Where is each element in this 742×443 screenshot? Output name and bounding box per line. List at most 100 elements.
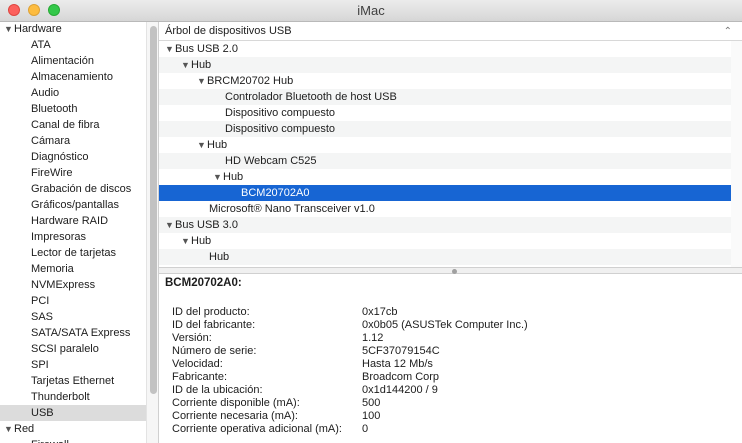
sidebar-item[interactable]: SCSI paralelo [0,341,146,357]
property-value: 5CF37079154C [362,345,440,357]
property-label: Fabricante: [172,371,228,383]
sidebar-scrollbar[interactable] [146,22,159,443]
property-value: Broadcom Corp [362,371,440,383]
sidebar-item[interactable]: Tarjetas Ethernet [0,373,146,389]
property-label: ID del fabricante: [172,319,256,331]
tree-row-label: Bus USB 3.0 [175,219,238,231]
tree-row-label: Controlador Bluetooth de host USB [225,91,397,103]
sidebar-group-hardware[interactable]: ▼Hardware [0,22,146,37]
tree-row[interactable]: HD Webcam C525 [159,153,731,169]
property-label: Corriente disponible (mA): [172,397,300,409]
tree-row[interactable]: ▼Hub [159,169,731,185]
tree-row-label: Hub [209,251,230,263]
main-panel: Árbol de dispositivos USB ⌃ ▼Bus USB 2.0… [159,22,742,443]
sidebar-item[interactable]: SATA/SATA Express [0,325,146,341]
property-value: 1.12 [362,332,384,344]
tree-row-label: HD Webcam C525 [225,155,317,167]
sidebar-item[interactable]: Memoria [0,261,146,277]
disclosure-triangle-icon[interactable]: ▼ [4,22,14,37]
sort-ascending-icon[interactable]: ⌃ [724,22,732,41]
tree-row[interactable]: Microsoft® Nano Transceiver v1.0 [159,201,731,217]
property-value: 0x1d144200 / 9 [362,384,438,396]
sidebar: ▼Hardware ATA Alimentación Almacenamiento Au… [0,22,146,443]
sidebar-item[interactable]: SAS [0,309,146,325]
sidebar-item[interactable]: Cámara [0,133,146,149]
tree-row[interactable]: BCM20702A0 [159,185,731,201]
sidebar-item[interactable]: Thunderbolt [0,389,146,405]
sidebar-item[interactable]: Impresoras [0,229,146,245]
property-label: ID de la ubicación: [172,384,263,396]
sidebar-item[interactable]: NVMExpress [0,277,146,293]
sidebar-group-red[interactable]: ▼Red [0,421,146,437]
tree-row-label: Hub [191,235,212,247]
sidebar-item[interactable]: Bluetooth [0,101,146,117]
device-detail-pane: BCM20702A0: ID del producto: 0x17cb ID del… [159,274,742,443]
property-value: 0x17cb [362,306,398,318]
property-value: 500 [362,397,381,409]
tree-row[interactable]: Dispositivo compuesto [159,121,731,137]
sidebar-item[interactable]: Canal de fibra [0,117,146,133]
sidebar-group-label: Hardware [14,23,62,35]
disclosure-triangle-icon[interactable]: ▼ [197,73,207,89]
sidebar-item[interactable]: Firewall [0,437,146,443]
disclosure-triangle-icon[interactable]: ▼ [181,233,191,249]
sidebar-item[interactable]: FireWire [0,165,146,181]
sidebar-group-label: Red [14,423,35,435]
property-label: Versión: [172,332,212,344]
property-value: 0 [362,423,369,435]
sidebar-item[interactable]: Alimentación [0,53,146,69]
property-label: Número de serie: [172,345,257,357]
tree-row-label: BRCM20702 Hub [207,75,294,87]
tree-row-label: Microsoft® Nano Transceiver v1.0 [209,203,375,215]
sidebar-item[interactable]: Grabación de discos [0,181,146,197]
sidebar-item[interactable]: PCI [0,293,146,309]
tree-header-label: Árbol de dispositivos USB [165,25,292,37]
disclosure-triangle-icon[interactable]: ▼ [213,169,223,185]
sidebar-item[interactable]: Gráficos/pantallas [0,197,146,213]
window-title: iMac [357,3,385,18]
tree-scrollbar[interactable] [731,41,742,267]
tree-row[interactable]: ▼Bus USB 2.0 [159,41,731,57]
disclosure-triangle-icon[interactable]: ▼ [165,41,175,57]
property-label: Corriente necesaria (mA): [172,410,298,422]
sidebar-item[interactable]: USB [0,405,146,421]
sidebar-item[interactable]: ATA [0,37,146,53]
disclosure-triangle-icon[interactable]: ▼ [181,57,191,73]
property-value: Hasta 12 Mb/s [362,358,433,370]
tree-row-label: Hub [223,171,244,183]
sidebar-item[interactable]: Hardware RAID [0,213,146,229]
tree-row-label: Hub [191,59,212,71]
sidebar-item[interactable]: Almacenamiento [0,69,146,85]
property-value: 100 [362,410,381,422]
tree-row[interactable]: ▼Hub [159,57,731,73]
tree-row[interactable]: ▼BRCM20702 Hub [159,73,731,89]
property-label: ID del producto: [172,306,250,318]
tree-row[interactable]: ▼Hub [159,233,731,249]
tree-column-header[interactable]: Árbol de dispositivos USB ⌃ [159,22,742,41]
sidebar-item[interactable]: SPI [0,357,146,373]
tree-row-label: BCM20702A0 [241,187,310,199]
disclosure-triangle-icon[interactable]: ▼ [4,421,14,437]
title-bar: iMac [0,0,742,22]
sidebar-item[interactable]: Audio [0,85,146,101]
property-value: 0x0b05 (ASUSTek Computer Inc.) [362,319,528,331]
disclosure-triangle-icon[interactable]: ▼ [197,137,207,153]
tree-row[interactable]: Hub [159,249,731,265]
sidebar-scroll-thumb[interactable] [150,26,157,394]
split-view-divider[interactable] [159,267,742,274]
tree-row[interactable]: ▼Hub [159,137,731,153]
tree-row[interactable]: ▼Bus USB 3.0 [159,217,731,233]
device-detail-title: BCM20702A0: [165,277,242,289]
tree-row-label: Hub [207,139,228,151]
tree-row[interactable]: Dispositivo compuesto [159,105,731,121]
tree-row-label: Dispositivo compuesto [225,107,336,119]
sidebar-item[interactable]: Lector de tarjetas [0,245,146,261]
tree-row-label: Dispositivo compuesto [225,123,336,135]
tree-row[interactable]: Controlador Bluetooth de host USB [159,89,731,105]
property-label: Corriente operativa adicional (mA): [172,423,342,435]
usb-device-tree: ▼Bus USB 2.0 ▼Hub ▼BRCM20702 Hub Controlado… [159,41,731,267]
disclosure-triangle-icon[interactable]: ▼ [165,217,175,233]
sidebar-item[interactable]: Diagnóstico [0,149,146,165]
property-label: Velocidad: [172,358,223,370]
tree-row-label: Bus USB 2.0 [175,43,238,55]
